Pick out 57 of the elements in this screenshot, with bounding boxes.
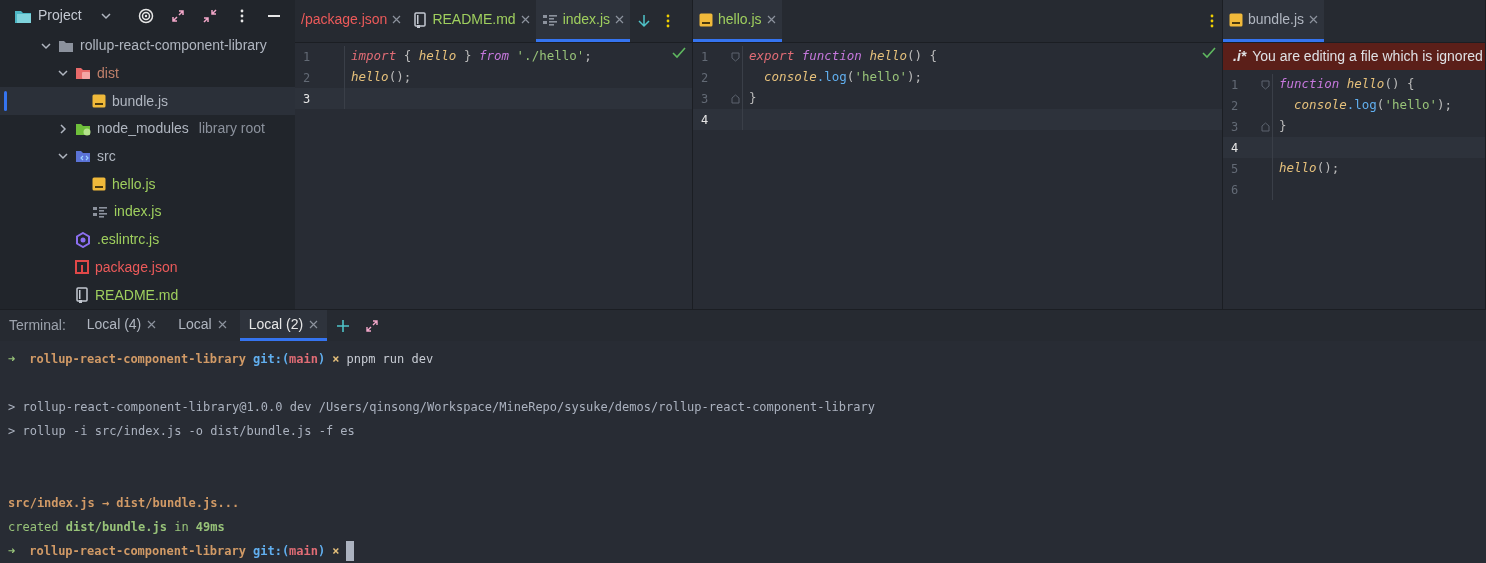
terminal-line: src/index.js → dist/bundle.js... [8, 495, 240, 512]
line-number: 2 [700, 69, 710, 87]
dirty-mark: × [332, 351, 340, 368]
code-line: console.log('hello'); [763, 68, 923, 87]
terminal-tab[interactable]: Local [169, 310, 236, 341]
tree-item[interactable]: rollup-react-component-library [0, 31, 295, 60]
prompt-arrow: ➜ [8, 351, 16, 368]
prompt-directory: rollup-react-component-library [29, 543, 246, 560]
banner-tag: .i* [1233, 46, 1247, 67]
tree-item[interactable]: .eslintrc.js [0, 225, 295, 254]
tree-item[interactable]: README.md [0, 281, 295, 310]
code-line: export function hello() { [749, 47, 938, 66]
tree-item[interactable]: src [0, 142, 295, 171]
line-number: 3 [302, 90, 312, 108]
code-line: hello(); [1279, 159, 1340, 178]
terminal-command: pnpm run dev [346, 351, 434, 368]
terminal-line: created dist/bundle.js in 49ms [8, 519, 225, 536]
git-branch: git:(main) [253, 351, 326, 368]
panel-title: Project [38, 6, 82, 26]
line-number: 2 [302, 69, 312, 87]
editor-tab[interactable]: bundle.js [1223, 0, 1325, 42]
terminal-tab[interactable]: Local (2) [239, 310, 328, 341]
line-number: 3 [700, 90, 710, 108]
line-number: 5 [1230, 160, 1240, 178]
editor-tab[interactable]: README.md [407, 0, 536, 42]
prompt-directory: rollup-react-component-library [29, 351, 246, 368]
line-number: 4 [1230, 139, 1240, 157]
code-line: function hello() { [1279, 75, 1415, 94]
line-number: 1 [302, 48, 312, 66]
tree-item[interactable]: index.js [0, 198, 295, 226]
editor-tab[interactable]: index.js [535, 0, 631, 42]
code-line: import { hello } from './hello'; [351, 47, 592, 66]
code-line: } [1279, 117, 1287, 136]
editor-tab[interactable]: hello.js [693, 0, 782, 42]
code-line: console.log('hello'); [1293, 96, 1453, 115]
terminal-line: > rollup -i src/index.js -o dist/bundle.js -f es [8, 423, 355, 440]
line-number: 6 [1230, 181, 1240, 199]
terminal-label: Terminal: [9, 316, 66, 335]
dirty-mark: × [332, 543, 340, 560]
terminal-tab[interactable]: Local (4) [77, 310, 166, 341]
prompt-arrow: ➜ [8, 543, 16, 560]
line-number: 1 [700, 48, 710, 66]
editor-tab[interactable]: /package.json [295, 0, 408, 42]
code-line: hello(); [351, 68, 412, 87]
line-number: 3 [1230, 118, 1240, 136]
banner-text: You are editing a file which is ignored [1252, 47, 1483, 66]
tree-item[interactable]: dist [0, 59, 295, 88]
tree-item[interactable]: bundle.js [0, 87, 295, 115]
tree-item[interactable]: package.json [0, 253, 295, 282]
tree-item[interactable]: node_modules library root [0, 114, 295, 143]
line-number: 4 [700, 111, 710, 129]
git-branch: git:(main) [253, 543, 326, 560]
line-number: 2 [1230, 97, 1240, 115]
code-line: } [749, 89, 757, 108]
tree-item[interactable]: hello.js [0, 170, 295, 199]
line-number: 1 [1230, 76, 1240, 94]
terminal-line: > rollup-react-component-library@1.0.0 dev /Users/qinsong/Workspace/MineRepo/sysuke/demos/rollup-react-component-library [8, 399, 875, 416]
